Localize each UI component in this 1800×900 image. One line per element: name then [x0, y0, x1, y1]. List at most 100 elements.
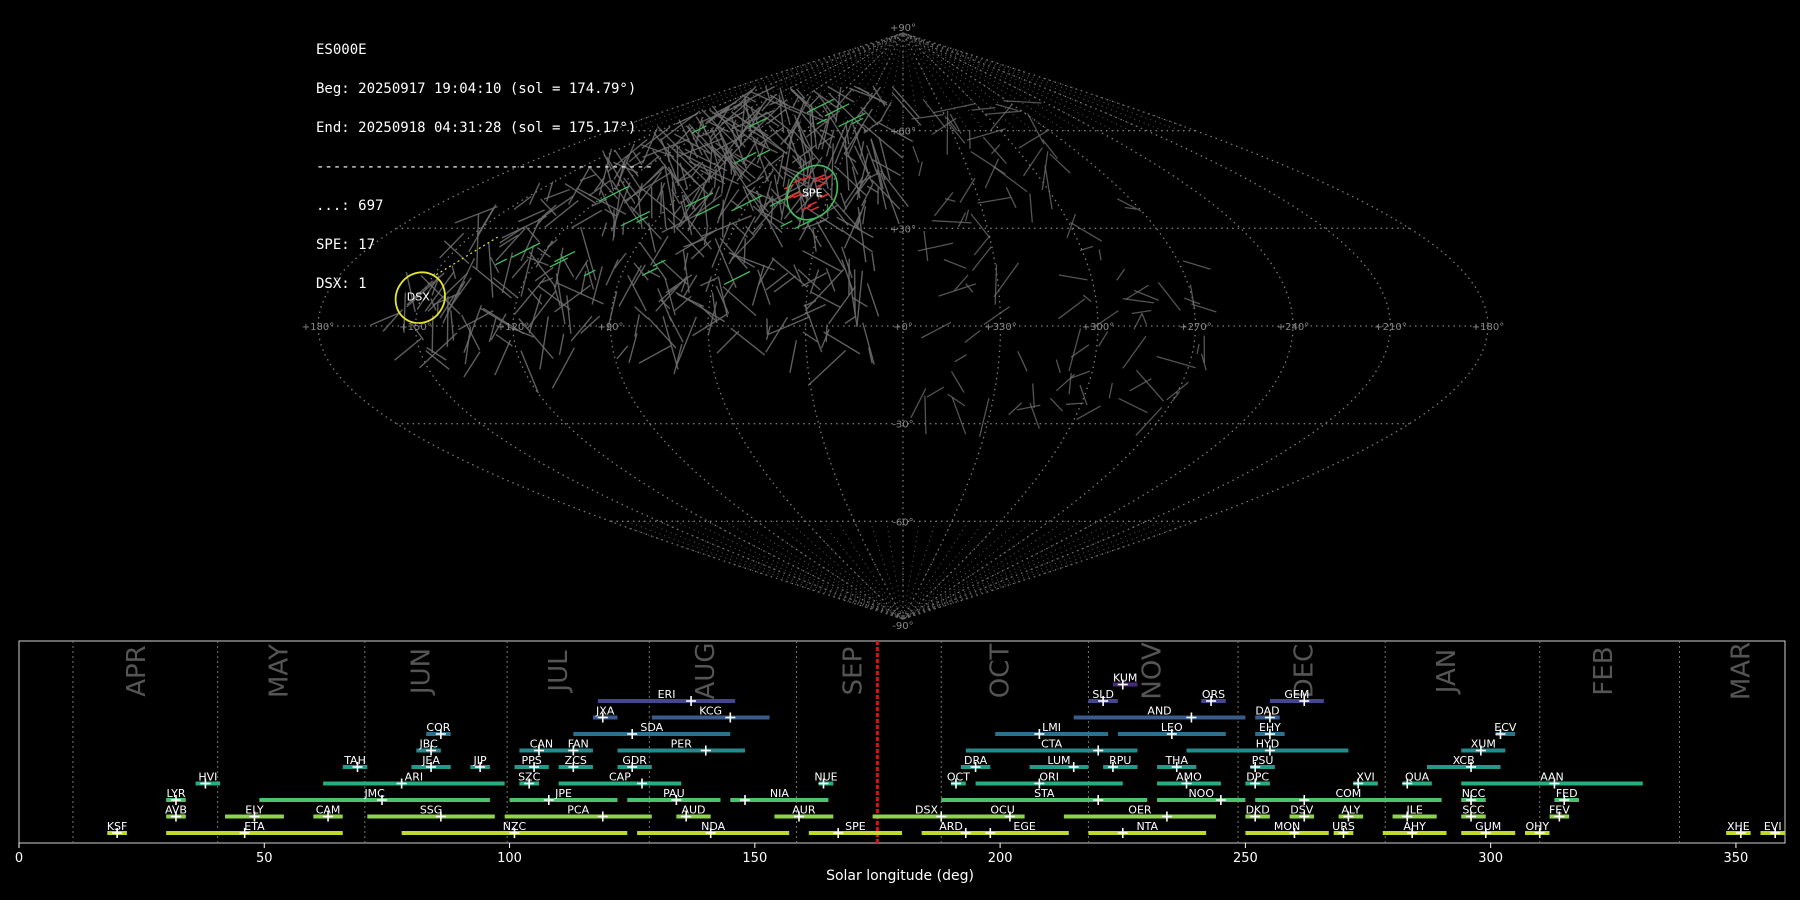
shower-label: GEM — [1284, 688, 1309, 701]
month-label: OCT — [986, 644, 1016, 699]
x-tick-label: 200 — [988, 851, 1013, 866]
shower-label: NOO — [1188, 787, 1214, 800]
shower-label: DAD — [1255, 705, 1279, 718]
shower-label: ELY — [245, 804, 264, 817]
shower-label: SLD — [1092, 688, 1114, 701]
shower-label: PCA — [567, 804, 589, 817]
shower-label: XCB — [1453, 754, 1475, 767]
shower-label: HVI — [198, 771, 217, 784]
shower-label: AVB — [165, 804, 187, 817]
shower-label: JIP — [473, 754, 487, 767]
shower-label: OHY — [1525, 820, 1549, 833]
shower-label: OCU — [990, 804, 1014, 817]
shower-label: QUA — [1405, 771, 1430, 784]
month-label: NOV — [1138, 642, 1168, 699]
shower-label: OER — [1128, 804, 1152, 817]
shower-label: SCC — [1462, 804, 1485, 817]
shower-label: DSV — [1290, 804, 1313, 817]
shower-label: KUM — [1113, 672, 1137, 685]
shower-label: XVI — [1356, 771, 1374, 784]
month-label: MAY — [264, 644, 294, 698]
shower-label: THA — [1164, 754, 1188, 767]
month-label: AUG — [691, 643, 721, 700]
shower-label: LUM — [1047, 754, 1070, 767]
x-tick-label: 0 — [15, 851, 23, 866]
shower-label: HYD — [1256, 738, 1279, 751]
shower-label: PSU — [1252, 754, 1274, 767]
shower-label: STA — [1034, 787, 1055, 800]
shower-timeline: APR MAY JUN JUL AUG SEP OCT NOV DEC JAN FEB MARKSF E… — [15, 640, 1786, 866]
shower-label: ORI — [1039, 771, 1059, 784]
shower-label: PAU — [663, 787, 685, 800]
x-tick-label: 350 — [1724, 851, 1749, 866]
shower-label: RPU — [1109, 754, 1131, 767]
shower-label: DPC — [1246, 771, 1269, 784]
shower-label: JEA — [421, 754, 440, 767]
shower-label: EGE — [1013, 820, 1035, 833]
shower-label: AHY — [1403, 820, 1426, 833]
shower-label: EHY — [1259, 721, 1281, 734]
shower-label: GUM — [1475, 820, 1501, 833]
shower-label: LMI — [1042, 721, 1061, 734]
shower-label: ZCS — [565, 754, 587, 767]
shower-label: ARD — [939, 820, 963, 833]
shower-label: MON — [1274, 820, 1300, 833]
shower-label: DKD — [1246, 804, 1270, 817]
x-tick-label: 150 — [742, 851, 767, 866]
shower-label: ECV — [1494, 721, 1517, 734]
shower-label: TAH — [343, 754, 366, 767]
shower-label: ERI — [658, 688, 676, 701]
shower-label: AAN — [1540, 771, 1564, 784]
x-axis-label: Solar longitude (deg) — [826, 868, 974, 884]
shower-label: FEV — [1549, 804, 1570, 817]
shower-label: KSF — [107, 820, 128, 833]
shower-label: DRA — [964, 754, 988, 767]
shower-label: ETA — [244, 820, 265, 833]
shower-label: SZC — [518, 771, 541, 784]
shower-label: SPE — [845, 820, 866, 833]
x-tick-label: 300 — [1478, 851, 1503, 866]
shower-label: AUR — [792, 804, 816, 817]
shower-label: CAM — [316, 804, 341, 817]
shower-label: CTA — [1041, 738, 1063, 751]
x-tick-label: 50 — [256, 851, 273, 866]
month-label: JAN — [1432, 649, 1462, 695]
shower-label: XUM — [1471, 738, 1496, 751]
shower-label: XHE — [1727, 820, 1750, 833]
shower-label: COR — [426, 721, 450, 734]
shower-label: FAN — [568, 738, 589, 751]
shower-label: AUD — [681, 804, 705, 817]
x-tick-label: 100 — [497, 851, 522, 866]
shower-label: FED — [1556, 787, 1578, 800]
shower-label: SSG — [420, 804, 443, 817]
shower-label: JBC — [418, 738, 438, 751]
shower-label: NUE — [814, 771, 837, 784]
shower-label: PPS — [522, 754, 542, 767]
shower-label: AND — [1147, 705, 1171, 718]
shower-label: ORS — [1202, 688, 1225, 701]
shower-label: LEO — [1161, 721, 1183, 734]
shower-label: URS — [1332, 820, 1355, 833]
shower-label: NDA — [701, 820, 726, 833]
shower-label: NZC — [503, 820, 527, 833]
month-label: FEB — [1589, 646, 1619, 695]
shower-label: SDA — [640, 721, 663, 734]
shower-label: LYR — [166, 787, 185, 800]
month-label: MAR — [1726, 642, 1756, 700]
shower-label: CAP — [609, 771, 631, 784]
shower-label: COM — [1335, 787, 1361, 800]
shower-label: JPE — [554, 787, 572, 800]
shower-label: KCG — [699, 705, 722, 718]
x-tick-label: 250 — [1233, 851, 1258, 866]
shower-label: ALY — [1341, 804, 1360, 817]
shower-label: DSX — [915, 804, 938, 817]
shower-label: ARI — [405, 771, 423, 784]
shower-label: NCC — [1462, 787, 1486, 800]
shower-label: JMC — [363, 787, 385, 800]
shower-label: NTA — [1136, 820, 1158, 833]
shower-label: PER — [671, 738, 693, 751]
month-label: APR — [122, 645, 152, 697]
shower-label: EVI — [1764, 820, 1782, 833]
shower-label: OCT — [947, 771, 970, 784]
shower-label: AMO — [1176, 771, 1202, 784]
